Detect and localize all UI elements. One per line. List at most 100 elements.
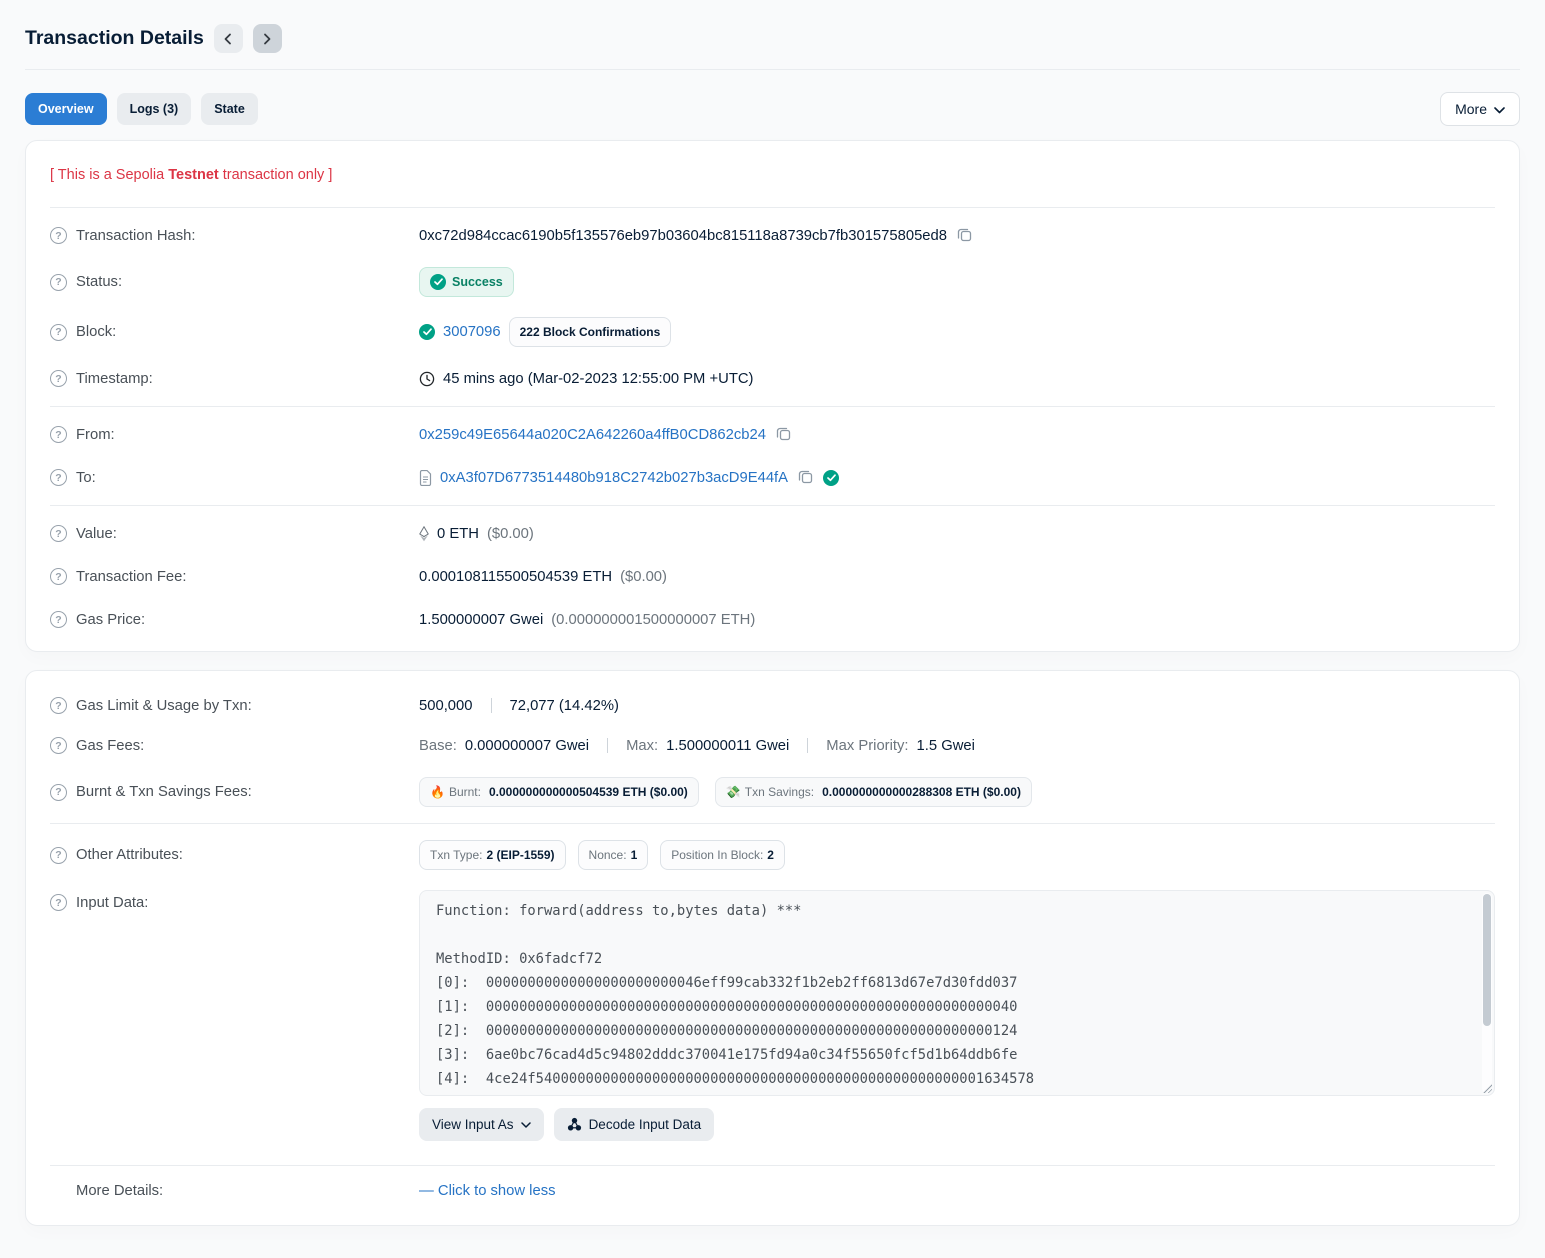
copy-icon (798, 469, 813, 487)
gas-price-amount: 1.500000007 Gwei (419, 612, 543, 628)
block-confirmations-badge: 222 Block Confirmations (509, 317, 672, 347)
other-attributes-row: Other Attributes: Txn Type:2 (EIP-1559) … (50, 830, 1495, 880)
show-less-link[interactable]: — Click to show less (419, 1183, 556, 1199)
burnt-fees-badge: 🔥 Burnt: 0.000000000000504539 ETH ($0.00… (419, 777, 699, 807)
copy-transaction-hash-button[interactable] (955, 227, 974, 245)
input-data-line: [5]: 5d200000000000000000000000000000000… (436, 1091, 1468, 1096)
more-details-label: More Details: (76, 1183, 163, 1199)
max-fee-value: 1.500000011 Gwei (666, 738, 789, 754)
position-in-block-label: Position In Block: (671, 848, 763, 862)
tab-logs[interactable]: Logs (3) (117, 93, 192, 125)
input-data-line: [4]: 4ce24f54000000000000000000000000000… (436, 1067, 1468, 1091)
input-data-line (436, 923, 1468, 947)
status-label: Status: (76, 274, 122, 290)
divider (50, 1165, 1495, 1166)
block-label: Block: (76, 324, 116, 340)
transaction-hash-label: Transaction Hash: (76, 228, 196, 244)
testnet-notice-prefix: [ This is a Sepolia (50, 167, 168, 183)
input-data-label: Input Data: (76, 895, 148, 911)
copy-to-address-button[interactable] (796, 469, 815, 487)
value-amount: 0 ETH (437, 526, 479, 542)
tab-list: Overview Logs (3) State (25, 93, 1440, 125)
help-icon[interactable] (50, 274, 67, 291)
tabs-row: Overview Logs (3) State More (25, 92, 1520, 126)
txn-type-label: Txn Type: (430, 848, 482, 862)
txn-type-badge: Txn Type:2 (EIP-1559) (419, 840, 566, 870)
divider (807, 738, 808, 753)
from-address-link[interactable]: 0x259c49E65644a020C2A642260a4ffB0CD862cb… (419, 427, 766, 443)
input-data-row: Input Data: Function: forward(address to… (50, 880, 1495, 1151)
max-fee-label: Max: (626, 738, 658, 754)
more-button[interactable]: More (1440, 92, 1520, 126)
help-icon[interactable] (50, 894, 67, 911)
copy-icon (957, 227, 972, 245)
help-icon[interactable] (50, 227, 67, 244)
input-data-textarea[interactable]: Function: forward(address to,bytes data)… (419, 890, 1495, 1096)
input-data-scrollbar[interactable] (1482, 893, 1492, 1093)
help-icon[interactable] (50, 469, 67, 486)
view-input-as-button[interactable]: View Input As (419, 1108, 544, 1141)
status-row: Status: Success (50, 257, 1495, 307)
tab-state[interactable]: State (201, 93, 258, 125)
copy-from-address-button[interactable] (774, 426, 793, 444)
help-icon[interactable] (50, 847, 67, 864)
other-attributes-label: Other Attributes: (76, 847, 183, 863)
block-number-link[interactable]: 3007096 (443, 324, 501, 340)
input-data-line: Function: forward(address to,bytes data)… (436, 899, 1468, 923)
next-transaction-button[interactable] (253, 24, 282, 53)
help-icon[interactable] (50, 370, 67, 387)
help-icon[interactable] (50, 568, 67, 585)
chevron-right-icon (262, 33, 272, 45)
decode-input-data-label: Decode Input Data (589, 1117, 702, 1132)
timestamp-label: Timestamp: (76, 371, 153, 387)
transaction-fee-row: Transaction Fee: 0.000108115500504539 ET… (50, 555, 1495, 598)
page-title: Transaction Details (25, 27, 204, 50)
help-icon[interactable] (50, 697, 67, 714)
chevron-down-icon (521, 1122, 531, 1128)
help-icon[interactable] (50, 525, 67, 542)
burnt-value: 0.000000000000504539 ETH ($0.00) (489, 785, 688, 799)
input-data-line: MethodID: 0x6fadcf72 (436, 947, 1468, 971)
scrollbar-thumb[interactable] (1483, 894, 1491, 1026)
more-details-row: More Details: — Click to show less (50, 1172, 1495, 1215)
gas-fees-row: Gas Fees: Base: 0.000000007 Gwei Max: 1.… (50, 724, 1495, 767)
input-data-container: Function: forward(address to,bytes data)… (419, 890, 1495, 1096)
input-data-line: [2]: 00000000000000000000000000000000000… (436, 1019, 1468, 1043)
decode-input-data-button[interactable]: Decode Input Data (554, 1108, 715, 1141)
status-badge-label: Success (452, 275, 503, 289)
divider (607, 738, 608, 753)
previous-transaction-button[interactable] (214, 24, 243, 53)
details-card: Gas Limit & Usage by Txn: 500,000 72,077… (25, 670, 1520, 1226)
divider (50, 207, 1495, 208)
gas-limit-label: Gas Limit & Usage by Txn: (76, 698, 252, 714)
burnt-savings-label: Burnt & Txn Savings Fees: (76, 784, 252, 800)
divider (50, 406, 1495, 407)
eth-diamond-icon (419, 526, 429, 542)
timestamp-row: Timestamp: 45 mins ago (Mar-02-2023 12:5… (50, 357, 1495, 400)
tab-overview[interactable]: Overview (25, 93, 107, 125)
transaction-details-page: Transaction Details Overview Logs (3) St… (0, 0, 1545, 1258)
value-row: Value: 0 ETH ($0.00) (50, 512, 1495, 555)
to-address-link[interactable]: 0xA3f07D6773514480b918C2742b027b3acD9E44… (440, 470, 788, 486)
clock-icon (419, 371, 435, 387)
check-circle-icon (430, 274, 446, 290)
to-row: To: 0xA3f07D6773514480b918C2742b027b3acD… (50, 456, 1495, 499)
help-icon[interactable] (50, 324, 67, 341)
timestamp-value: 45 mins ago (Mar-02-2023 12:55:00 PM +UT… (443, 371, 753, 387)
view-input-as-label: View Input As (432, 1117, 514, 1132)
burnt-savings-row: Burnt & Txn Savings Fees: 🔥 Burnt: 0.000… (50, 767, 1495, 817)
help-icon[interactable] (50, 426, 67, 443)
fire-icon: 🔥 (430, 785, 445, 799)
testnet-notice-bold: Testnet (168, 167, 219, 183)
help-icon[interactable] (50, 611, 67, 628)
help-icon[interactable] (50, 737, 67, 754)
help-icon[interactable] (50, 784, 67, 801)
block-row: Block: 3007096 222 Block Confirmations (50, 307, 1495, 357)
divider (50, 505, 1495, 506)
more-button-label: More (1455, 101, 1487, 117)
divider (50, 823, 1495, 824)
value-label: Value: (76, 526, 117, 542)
block-finalized-check-icon (419, 324, 435, 340)
status-badge: Success (419, 267, 514, 297)
input-data-line: [1]: 00000000000000000000000000000000000… (436, 995, 1468, 1019)
